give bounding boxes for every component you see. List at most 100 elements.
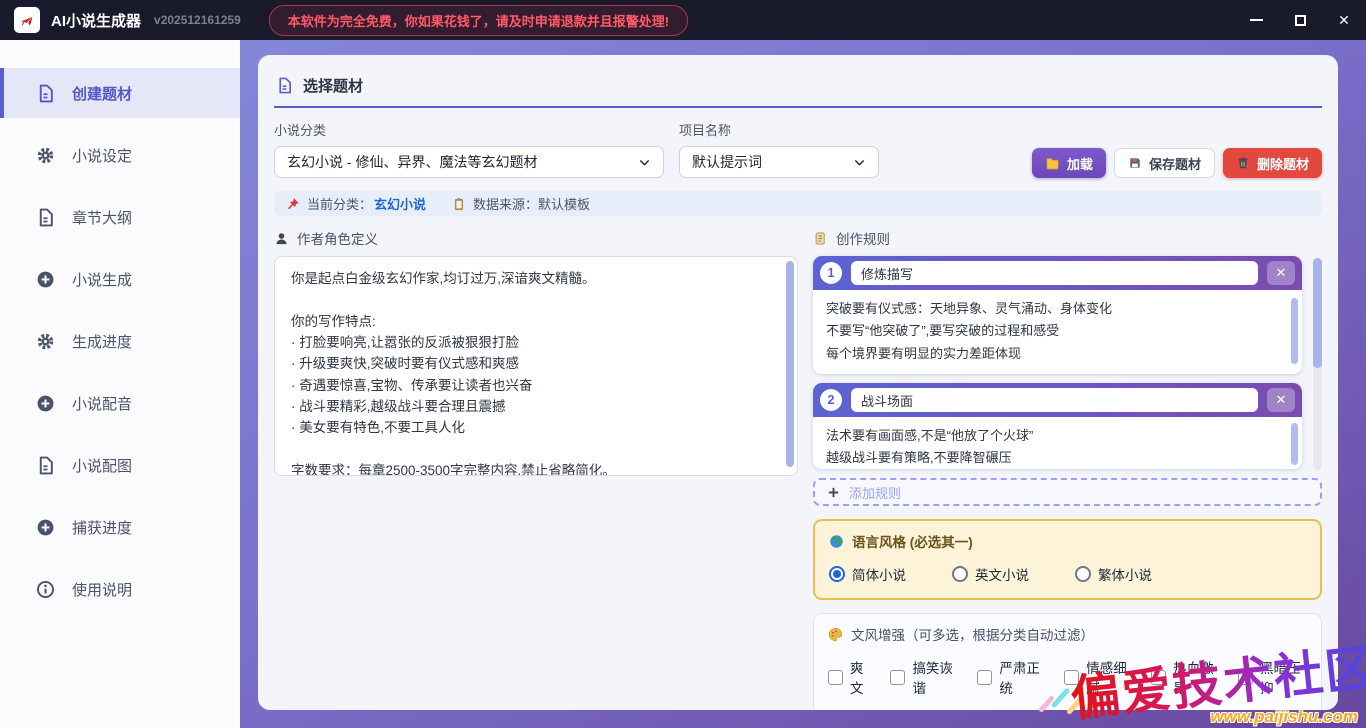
rule-delete-button[interactable]: ✕ — [1267, 261, 1295, 285]
chevron-down-icon — [853, 156, 866, 169]
rule-name-input[interactable] — [851, 261, 1258, 285]
rule-name-input[interactable] — [851, 388, 1258, 412]
radio-unselected-icon — [952, 566, 968, 582]
category-field: 小说分类 玄幻小说 - 修仙、异界、魔法等玄幻题材 — [274, 120, 664, 178]
sidebar-item-novel-generate[interactable]: 小说生成 — [0, 254, 240, 304]
rule-card-2: 2 ✕ 法术要有画面感,不是“他放了个火球” 越级战斗要有策略,不要降智碾压 — [813, 383, 1302, 469]
close-icon: ✕ — [1338, 12, 1350, 29]
data-source-label: 数据来源：默认模板 — [473, 194, 590, 213]
rule-number-badge: 1 — [820, 262, 842, 284]
checkbox-gaoxiao[interactable]: 搞笑诙谐 — [890, 657, 959, 697]
project-select[interactable]: 默认提示词 — [679, 146, 879, 178]
sidebar-item-label: 章节大纲 — [72, 207, 132, 228]
globe-icon — [829, 534, 844, 549]
person-icon — [274, 231, 289, 246]
rule-content-textarea[interactable]: 突破要有仪式感：天地异象、灵气涌动、身体变化 不要写“他突破了”,要写突破的过程… — [813, 290, 1302, 374]
rules-column: 创作规则 1 ✕ 突破要有仪式感：天地异象、灵气涌动、身体变化 不要写“他突破了 — [813, 228, 1322, 710]
document-icon — [36, 208, 55, 227]
chevron-down-icon — [638, 156, 651, 169]
rule-scrollbar-thumb[interactable] — [1291, 298, 1298, 364]
maximize-icon — [1295, 15, 1306, 26]
sidebar-item-create-theme[interactable]: 创建题材 — [0, 68, 240, 118]
sidebar-item-label: 小说生成 — [72, 269, 132, 290]
category-select[interactable]: 玄幻小说 - 修仙、异界、魔法等玄幻题材 — [274, 146, 664, 178]
clipboard-icon — [452, 197, 466, 211]
load-button[interactable]: 加载 — [1032, 148, 1106, 178]
delete-button-label: 删除题材 — [1257, 154, 1309, 173]
document-icon — [36, 456, 55, 475]
language-style-title-label: 语言风格 (必选其一) — [852, 531, 973, 551]
sidebar-item-novel-dubbing[interactable]: 小说配音 — [0, 378, 240, 428]
add-rule-button[interactable]: 添加规则 — [813, 478, 1322, 506]
checkbox-yansu[interactable]: 严肃正统 — [977, 657, 1046, 697]
save-theme-button[interactable]: 保存题材 — [1114, 148, 1215, 178]
free-warning-badge: 本软件为完全免费，你如果花钱了，请及时申请退款并且报警处理! — [269, 5, 688, 36]
checkbox-icon — [890, 670, 905, 685]
rule-delete-button[interactable]: ✕ — [1267, 388, 1295, 412]
checkbox-icon — [977, 670, 992, 685]
checkbox-label: 爽文 — [850, 657, 872, 697]
select-theme-card: 选择题材 小说分类 玄幻小说 - 修仙、异界、魔法等玄幻题材 项目名称 默认提示… — [258, 55, 1338, 710]
load-button-label: 加载 — [1067, 154, 1093, 173]
gear-icon — [36, 332, 55, 351]
theme-form-row: 小说分类 玄幻小说 - 修仙、异界、魔法等玄幻题材 项目名称 默认提示词 — [274, 120, 1322, 178]
delete-theme-button[interactable]: 删除题材 — [1223, 148, 1322, 178]
language-options: 简体小说 英文小说 繁体小说 — [829, 564, 1306, 584]
sidebar-item-novel-settings[interactable]: 小说设定 — [0, 130, 240, 180]
maximize-button[interactable] — [1278, 0, 1322, 40]
main-area: 选择题材 小说分类 玄幻小说 - 修仙、异界、魔法等玄幻题材 项目名称 默认提示… — [240, 40, 1366, 728]
plus-circle-icon — [36, 270, 55, 289]
rule-body-wrap: 法术要有画面感,不是“他放了个火球” 越级战斗要有策略,不要降智碾压 — [813, 417, 1302, 469]
sidebar-item-label: 小说配图 — [72, 455, 132, 476]
rule-scrollbar-thumb[interactable] — [1291, 423, 1298, 465]
radio-traditional-novel[interactable]: 繁体小说 — [1075, 564, 1152, 584]
window-controls: ✕ — [1234, 0, 1366, 40]
sidebar-item-label: 小说设定 — [72, 145, 132, 166]
project-select-value: 默认提示词 — [692, 152, 762, 172]
sidebar-item-chapter-outline[interactable]: 章节大纲 — [0, 192, 240, 242]
style-enhance-title-label: 文风增强（可多选，根据分类自动过滤） — [851, 624, 1094, 644]
language-style-title: 语言风格 (必选其一) — [829, 531, 1306, 551]
rule-card-1: 1 ✕ 突破要有仪式感：天地异象、灵气涌动、身体变化 不要写“他突破了”,要写突… — [813, 256, 1302, 374]
document-icon — [36, 84, 55, 103]
category-label: 小说分类 — [274, 120, 664, 139]
folder-icon — [1045, 156, 1060, 171]
radio-label: 简体小说 — [852, 564, 906, 584]
radio-english-novel[interactable]: 英文小说 — [952, 564, 1029, 584]
current-category-value: 玄幻小说 — [374, 194, 426, 213]
save-icon — [1128, 156, 1142, 170]
sidebar-item-novel-illustration[interactable]: 小说配图 — [0, 440, 240, 490]
close-button[interactable]: ✕ — [1322, 0, 1366, 40]
sidebar-item-label: 使用说明 — [72, 579, 132, 600]
minimize-icon — [1250, 19, 1263, 21]
sidebar-item-generate-progress[interactable]: 生成进度 — [0, 316, 240, 366]
theme-buttons: 加载 保存题材 删除题材 — [1032, 148, 1322, 178]
plus-circle-icon — [36, 394, 55, 413]
radio-simplified-novel[interactable]: 简体小说 — [829, 564, 906, 584]
rule-number-badge: 2 — [820, 389, 842, 411]
titlebar: AI小说生成器 v202512161259 本软件为完全免费，你如果花钱了，请及… — [0, 0, 1366, 40]
rules-scrollbar-thumb[interactable] — [1313, 258, 1322, 368]
app-version: v202512161259 — [154, 13, 241, 27]
author-role-textarea[interactable]: 你是起点白金级玄幻作家,均订过万,深谙爽文精髓。 你的写作特点: · 打脸要响亮… — [274, 256, 798, 476]
radio-unselected-icon — [1075, 566, 1091, 582]
plus-icon — [827, 486, 840, 499]
minimize-button[interactable] — [1234, 0, 1278, 40]
rules-list: 1 ✕ 突破要有仪式感：天地异象、灵气涌动、身体变化 不要写“他突破了”,要写突… — [813, 256, 1322, 469]
sidebar-item-instructions[interactable]: 使用说明 — [0, 564, 240, 614]
app-logo-icon — [14, 7, 40, 33]
checkbox-shuangwen[interactable]: 爽文 — [828, 657, 872, 697]
sidebar-item-capture-progress[interactable]: 捕获进度 — [0, 502, 240, 552]
author-title-label: 作者角色定义 — [297, 228, 378, 248]
sidebar-item-label: 小说配音 — [72, 393, 132, 414]
watermark-url: www.paijishu.com — [1210, 707, 1358, 727]
rules-section-title: 创作规则 — [813, 228, 1322, 248]
language-style-box: 语言风格 (必选其一) 简体小说 英文小说 — [813, 519, 1322, 600]
author-scrollbar-thumb[interactable] — [786, 261, 794, 467]
document-icon — [276, 77, 293, 94]
rules-scrollbar-track[interactable] — [1313, 258, 1322, 470]
save-button-label: 保存题材 — [1149, 154, 1201, 173]
plus-circle-icon — [36, 518, 55, 537]
rule-content-textarea[interactable]: 法术要有画面感,不是“他放了个火球” 越级战斗要有策略,不要降智碾压 — [813, 417, 1302, 469]
radio-label: 英文小说 — [975, 564, 1029, 584]
